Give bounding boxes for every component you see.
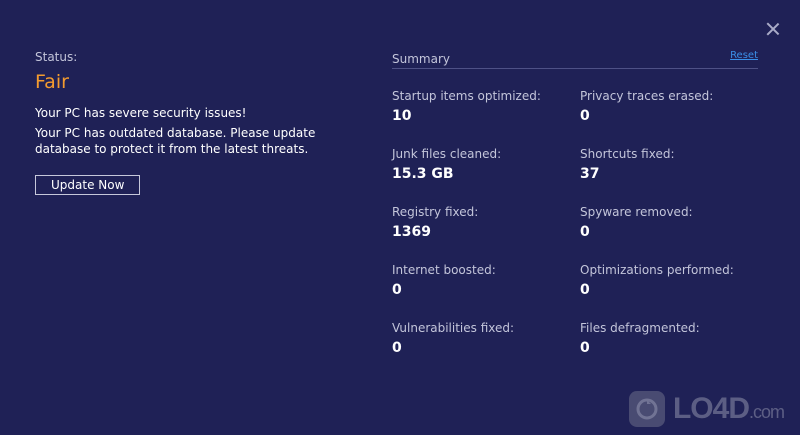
- stat-files-defragmented: Files defragmented: 0: [580, 321, 758, 379]
- stat-label: Optimizations performed:: [580, 263, 734, 277]
- summary-title: Summary: [392, 52, 450, 66]
- stat-vulnerabilities: Vulnerabilities fixed: 0: [392, 321, 580, 379]
- stat-spyware: Spyware removed: 0: [580, 205, 758, 263]
- lo4d-logo-icon: [628, 391, 665, 427]
- summary-header: Summary Reset: [392, 50, 758, 69]
- stat-label: Shortcuts fixed:: [580, 147, 675, 161]
- stat-label: Startup items optimized:: [392, 89, 541, 103]
- stat-value: 10: [392, 108, 412, 124]
- stat-value: 15.3 GB: [392, 166, 454, 182]
- stat-label: Privacy traces erased:: [580, 89, 714, 103]
- security-message: Your PC has severe security issues!: [35, 106, 247, 120]
- stat-privacy-traces: Privacy traces erased: 0: [580, 89, 758, 147]
- stat-optimizations: Optimizations performed: 0: [580, 263, 758, 321]
- watermark-text: LO4D.com: [672, 392, 785, 425]
- stat-label: Vulnerabilities fixed:: [392, 321, 515, 335]
- stat-value: 0: [580, 282, 590, 298]
- stat-value: 37: [580, 166, 600, 182]
- reset-link[interactable]: Reset: [730, 50, 758, 61]
- stat-value: 0: [392, 282, 402, 298]
- stat-value: 0: [580, 340, 590, 356]
- status-value: Fair: [35, 71, 69, 93]
- stat-value: 0: [580, 108, 590, 124]
- stat-startup-items: Startup items optimized: 10: [392, 89, 580, 147]
- stat-value: 1369: [392, 224, 431, 240]
- stat-label: Registry fixed:: [392, 205, 479, 219]
- status-panel: Status: Fair Your PC has severe security…: [35, 50, 335, 195]
- summary-stats-grid: Startup items optimized: 10 Privacy trac…: [392, 89, 758, 379]
- status-label: Status:: [35, 50, 78, 64]
- stat-label: Internet boosted:: [392, 263, 496, 277]
- stat-label: Files defragmented:: [580, 321, 700, 335]
- watermark: LO4D.com: [628, 391, 785, 427]
- close-icon[interactable]: [766, 22, 780, 36]
- stat-label: Spyware removed:: [580, 205, 693, 219]
- stat-registry: Registry fixed: 1369: [392, 205, 580, 263]
- stat-junk-files: Junk files cleaned: 15.3 GB: [392, 147, 580, 205]
- update-now-button[interactable]: Update Now: [35, 175, 141, 195]
- database-message: Your PC has outdated database. Please up…: [35, 126, 316, 156]
- stat-internet-boosted: Internet boosted: 0: [392, 263, 580, 321]
- stat-label: Junk files cleaned:: [392, 147, 502, 161]
- stat-value: 0: [580, 224, 590, 240]
- stat-shortcuts: Shortcuts fixed: 37: [580, 147, 758, 205]
- summary-panel: Summary Reset Startup items optimized: 1…: [392, 50, 758, 379]
- stat-value: 0: [392, 340, 402, 356]
